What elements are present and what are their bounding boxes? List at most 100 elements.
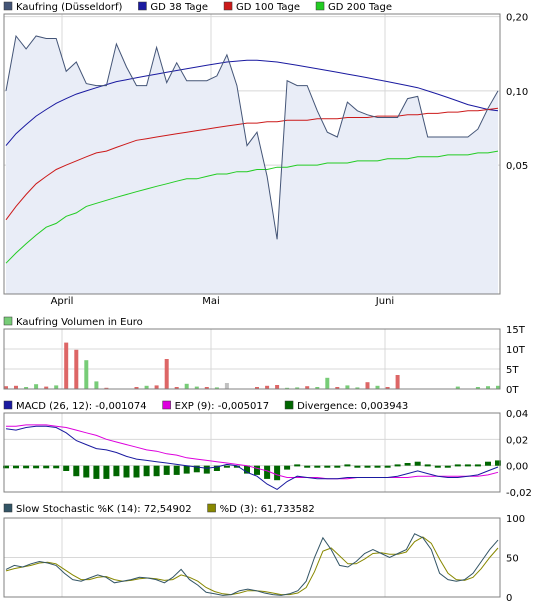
divergence-bar [394, 464, 401, 467]
y-tick-label: 0,10 [506, 87, 528, 98]
price-x-ticks: April Mai Juni [51, 296, 395, 307]
y-tick-label: 100 [506, 514, 525, 525]
volume-panel: 15T 10T 5T 0T Kaufring Volumen in Euro [3, 316, 526, 396]
macd-y-ticks: 0,04 0,02 0,00 -0,02 [506, 409, 532, 499]
x-tick-label: Mai [202, 296, 220, 307]
legend-label: %D (3): 61,733582 [220, 504, 315, 515]
divergence-bar [294, 464, 301, 467]
y-tick-label: 0,02 [506, 435, 528, 446]
legend-label: Kaufring (Düsseldorf) [16, 2, 123, 13]
price-panel: 0,20 0,10 0,05 April Mai Juni Kaufring (Düss… [3, 1, 528, 307]
divergence-bar [254, 465, 260, 475]
divergence-bar [13, 465, 19, 469]
legend-item: Divergence: 0,003943 [284, 400, 408, 412]
legend-label: GD 100 Tage [236, 2, 300, 13]
legend-label: Divergence: 0,003943 [297, 401, 408, 412]
volume-bar [224, 383, 229, 389]
divergence-bar [424, 464, 431, 467]
macd-legend: MACD (26, 12): -0,001074 EXP (9): -0,0050… [3, 400, 408, 412]
volume-bar [345, 385, 350, 389]
x-tick-label: Juni [375, 296, 394, 307]
y-tick-label: 0T [506, 385, 519, 396]
legend-item: Kaufring Volumen in Euro [3, 316, 143, 328]
divergence-bar [103, 465, 110, 479]
x-tick-label: April [51, 296, 74, 307]
divergence-bar [63, 465, 70, 471]
macd-panel: 0,04 0,02 0,00 -0,02 MACD (26, 12): -0,0010… [3, 400, 532, 499]
legend-swatch [3, 400, 13, 410]
volume-bar [365, 382, 370, 389]
y-tick-label: 0,00 [506, 462, 528, 473]
stochastic-y-ticks: 100 50 0 [506, 514, 525, 604]
divergence-bar [264, 465, 271, 479]
volume-bar [275, 385, 280, 389]
divergence-bar [53, 465, 60, 469]
divergence-bar [83, 465, 90, 478]
y-tick-label: 0,05 [506, 161, 528, 172]
y-tick-label: 0 [506, 593, 512, 604]
divergence-bar [143, 465, 150, 477]
divergence-bar [153, 465, 160, 477]
volume-y-ticks: 15T 10T 5T 0T [506, 325, 526, 396]
divergence-bar [404, 463, 411, 466]
volume-bar [84, 360, 89, 389]
divergence-bar [444, 465, 451, 468]
legend-label: EXP (9): -0,005017 [175, 401, 269, 412]
price-legend: Kaufring (Düsseldorf) GD 38 Tage GD 100 Ta… [3, 1, 392, 13]
divergence-bar [485, 461, 491, 466]
legend-label: GD 200 Tage [328, 2, 392, 13]
divergence-bar [93, 465, 100, 479]
divergence-bar [183, 465, 190, 474]
y-tick-label: 0,04 [506, 409, 528, 420]
divergence-bar [464, 464, 471, 467]
volume-bar [164, 359, 169, 389]
legend-swatch [223, 1, 233, 11]
divergence-bar [454, 464, 461, 467]
divergence-bar [43, 465, 50, 469]
y-tick-label: 5T [506, 365, 519, 376]
legend-item: GD 38 Tage [138, 1, 208, 13]
divergence-bar [304, 465, 311, 468]
volume-bar [34, 384, 39, 389]
legend-item: EXP (9): -0,005017 [162, 400, 269, 412]
divergence-bar [474, 464, 481, 467]
legend-label: Kaufring Volumen in Euro [16, 317, 143, 328]
legend-item: MACD (26, 12): -0,001074 [3, 400, 147, 412]
y-tick-label: 0,20 [506, 13, 528, 24]
divergence-bar [324, 465, 331, 468]
volume-plot-background [4, 329, 500, 389]
legend-swatch [3, 503, 13, 513]
divergence-bar [384, 465, 391, 468]
volume-bar [184, 383, 189, 389]
price-y-ticks: 0,20 0,10 0,05 [506, 13, 528, 172]
legend-swatch [162, 400, 171, 410]
volume-bar [54, 385, 59, 389]
legend-label: Slow Stochastic %K (14): 72,54902 [16, 504, 192, 515]
divergence-bar [364, 465, 371, 468]
divergence-bar [73, 465, 80, 477]
stochastic-panel: 100 50 0 Slow Stochastic %K (14): 72,54902… [3, 503, 525, 604]
macd-plot-background [4, 413, 500, 492]
legend-label: GD 38 Tage [150, 2, 208, 13]
volume-bar [74, 349, 79, 389]
legend-item: Kaufring (Düsseldorf) [3, 1, 123, 13]
legend-swatch [138, 1, 147, 11]
divergence-bar [434, 465, 441, 468]
divergence-bar [223, 465, 230, 468]
legend-swatch [207, 503, 216, 513]
divergence-bar [414, 461, 421, 466]
volume-bar [64, 342, 69, 389]
divergence-bar [33, 465, 40, 469]
volume-bar [395, 375, 400, 389]
legend-item: %D (3): 61,733582 [207, 503, 315, 515]
divergence-bar [334, 465, 341, 468]
divergence-bar [374, 465, 381, 468]
legend-label: MACD (26, 12): -0,001074 [16, 401, 147, 412]
legend-item: Slow Stochastic %K (14): 72,54902 [3, 503, 192, 515]
legend-swatch [284, 400, 294, 410]
legend-item: GD 200 Tage [315, 1, 392, 13]
volume-bar [94, 381, 99, 389]
legend-swatch [315, 1, 325, 11]
stochastic-legend: Slow Stochastic %K (14): 72,54902 %D (3):… [3, 503, 315, 515]
legend-item: GD 100 Tage [223, 1, 300, 13]
